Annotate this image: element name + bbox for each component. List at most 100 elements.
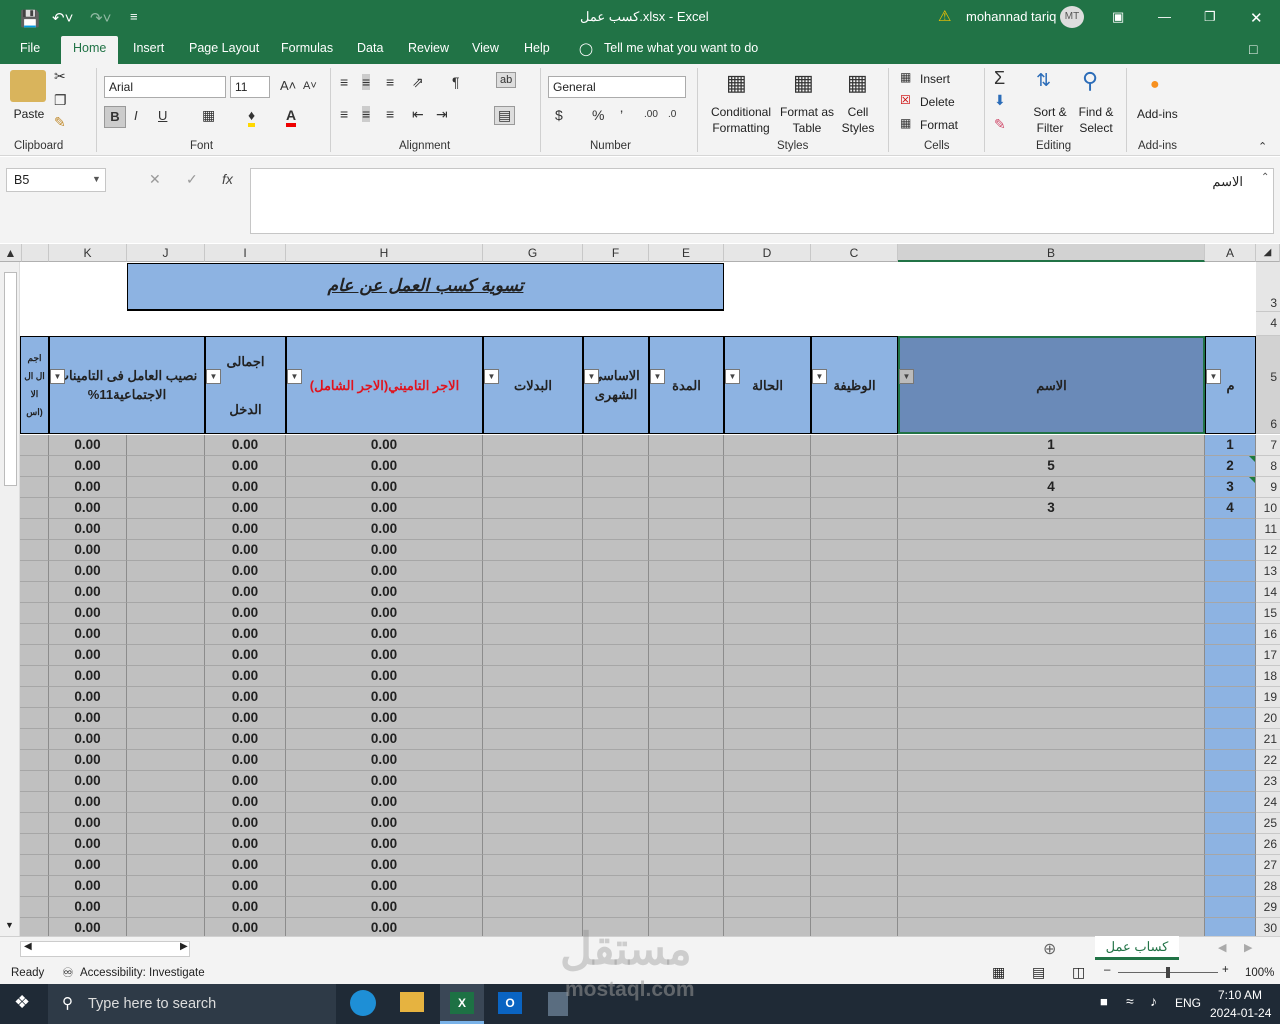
zero-value-cell[interactable]: 0.00: [205, 771, 286, 792]
zero-value-cell[interactable]: 0.00: [286, 540, 483, 561]
empty-cell[interactable]: [898, 918, 1205, 936]
empty-cell[interactable]: [898, 624, 1205, 645]
empty-cell[interactable]: [649, 834, 724, 855]
empty-cell[interactable]: [898, 603, 1205, 624]
empty-cell[interactable]: [127, 498, 205, 519]
windows-start-icon[interactable]: ❖: [14, 992, 30, 1013]
currency-icon[interactable]: $: [555, 107, 563, 123]
outlook-icon[interactable]: O: [498, 992, 522, 1014]
zero-value-cell[interactable]: 0.00: [205, 561, 286, 582]
zero-value-cell[interactable]: 0.00: [286, 645, 483, 666]
empty-cell[interactable]: [583, 771, 649, 792]
increase-indent-icon[interactable]: ⇥: [436, 106, 448, 123]
name-cell[interactable]: 3: [898, 498, 1205, 519]
font-color-icon[interactable]: A: [286, 107, 297, 127]
empty-cell[interactable]: [1205, 897, 1256, 918]
comma-icon[interactable]: ’: [620, 107, 623, 123]
zero-value-cell[interactable]: 0.00: [205, 897, 286, 918]
align-left-icon[interactable]: ≡: [340, 106, 348, 122]
empty-cell[interactable]: [1205, 540, 1256, 561]
zero-value-cell[interactable]: 0.00: [286, 561, 483, 582]
row-header[interactable]: 17: [1256, 645, 1280, 666]
row-header[interactable]: 18: [1256, 666, 1280, 687]
empty-cell[interactable]: [483, 624, 583, 645]
row-header[interactable]: 30: [1256, 918, 1280, 936]
row-header[interactable]: 13: [1256, 561, 1280, 582]
close-icon[interactable]: ✕: [1250, 9, 1263, 27]
column-header-f[interactable]: F: [583, 244, 649, 262]
empty-cell[interactable]: [1205, 561, 1256, 582]
zero-value-cell[interactable]: 0.00: [286, 498, 483, 519]
id-cell[interactable]: 4: [1205, 498, 1256, 519]
empty-cell[interactable]: [127, 603, 205, 624]
cell-styles-button[interactable]: Cell Styles: [836, 104, 880, 136]
empty-cell[interactable]: [20, 897, 49, 918]
empty-cell[interactable]: [127, 687, 205, 708]
zoom-out-icon[interactable]: –: [1104, 964, 1110, 976]
empty-cell[interactable]: [1205, 750, 1256, 771]
empty-cell[interactable]: [20, 645, 49, 666]
tab-formulas[interactable]: Formulas: [281, 41, 333, 55]
select-all-icon[interactable]: ◢: [1256, 244, 1280, 262]
empty-cell[interactable]: [811, 876, 898, 897]
empty-cell[interactable]: [724, 498, 811, 519]
zero-value-cell[interactable]: 0.00: [205, 456, 286, 477]
filter-dropdown-icon[interactable]: ▼: [287, 369, 302, 384]
header-job[interactable]: الوظيفة: [811, 336, 898, 434]
name-cell[interactable]: 5: [898, 456, 1205, 477]
zero-value-cell[interactable]: 0.00: [49, 729, 127, 750]
tray-shield-icon[interactable]: ■: [1100, 994, 1108, 1009]
empty-cell[interactable]: [898, 666, 1205, 687]
empty-cell[interactable]: [583, 540, 649, 561]
collapse-ribbon-icon[interactable]: ⌃: [1258, 140, 1267, 153]
empty-cell[interactable]: [649, 897, 724, 918]
add-ins-icon[interactable]: ●: [1150, 76, 1160, 94]
empty-cell[interactable]: [483, 519, 583, 540]
zero-value-cell[interactable]: 0.00: [49, 687, 127, 708]
file-explorer-icon[interactable]: [400, 992, 424, 1012]
row-header[interactable]: 29: [1256, 897, 1280, 918]
header-m[interactable]: م: [1205, 336, 1256, 434]
empty-cell[interactable]: [898, 729, 1205, 750]
row-header[interactable]: 8: [1256, 456, 1280, 477]
filter-dropdown-icon[interactable]: ▼: [812, 369, 827, 384]
column-header-h[interactable]: H: [286, 244, 483, 262]
sheet-prev-icon[interactable]: ◀: [1218, 941, 1226, 954]
empty-cell[interactable]: [811, 456, 898, 477]
empty-cell[interactable]: [1205, 687, 1256, 708]
add-ins-button[interactable]: Add-ins: [1137, 106, 1178, 122]
empty-cell[interactable]: [811, 750, 898, 771]
error-indicator-icon[interactable]: [1249, 477, 1255, 483]
header-insured-wage[interactable]: الاجر التاميني(الاجر الشامل): [286, 336, 483, 434]
empty-cell[interactable]: [724, 729, 811, 750]
tab-insert[interactable]: Insert: [133, 41, 164, 55]
empty-cell[interactable]: [483, 771, 583, 792]
empty-cell[interactable]: [127, 666, 205, 687]
underline-icon[interactable]: U: [158, 108, 167, 123]
select-all-corner[interactable]: ▲: [0, 244, 22, 262]
empty-cell[interactable]: [811, 561, 898, 582]
zero-value-cell[interactable]: 0.00: [49, 582, 127, 603]
scroll-left-icon[interactable]: ◀: [24, 941, 32, 952]
row-header[interactable]: 7: [1256, 435, 1280, 456]
empty-cell[interactable]: [811, 855, 898, 876]
zero-value-cell[interactable]: 0.00: [205, 666, 286, 687]
paste-icon[interactable]: [10, 70, 46, 102]
clear-icon[interactable]: ✎: [994, 116, 1006, 133]
bold-icon[interactable]: B: [104, 106, 126, 128]
id-cell[interactable]: 1: [1205, 435, 1256, 456]
empty-cell[interactable]: [483, 813, 583, 834]
percent-icon[interactable]: %: [592, 107, 604, 123]
empty-cell[interactable]: [1205, 645, 1256, 666]
filter-dropdown-icon[interactable]: ▼: [1206, 369, 1221, 384]
zero-value-cell[interactable]: 0.00: [286, 708, 483, 729]
zero-value-cell[interactable]: 0.00: [205, 603, 286, 624]
restore-icon[interactable]: ❐: [1204, 9, 1216, 25]
empty-cell[interactable]: [724, 540, 811, 561]
row-header[interactable]: 25: [1256, 813, 1280, 834]
empty-cell[interactable]: [583, 519, 649, 540]
empty-cell[interactable]: [724, 456, 811, 477]
row-header[interactable]: 15: [1256, 603, 1280, 624]
empty-cell[interactable]: [898, 813, 1205, 834]
empty-cell[interactable]: [649, 624, 724, 645]
